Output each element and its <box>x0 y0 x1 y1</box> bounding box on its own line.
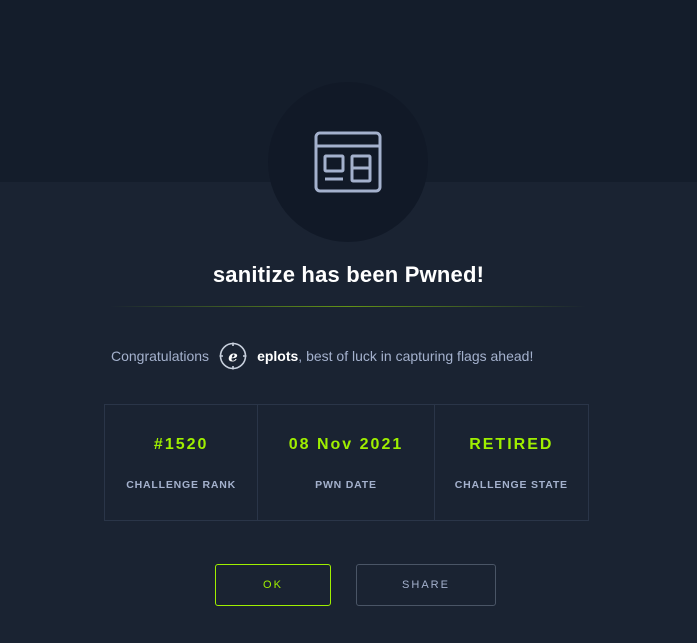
ok-button[interactable]: OK <box>215 564 331 606</box>
pwned-modal: sanitize has been Pwned! Congratulations… <box>0 0 697 643</box>
stat-challenge-rank: #1520 CHALLENGE RANK <box>105 405 257 520</box>
stat-label: PWN DATE <box>315 479 377 491</box>
congrats-prefix: Congratulations <box>111 348 210 364</box>
stat-challenge-state: RETIRED CHALLENGE STATE <box>433 405 588 520</box>
challenge-icon-circle <box>268 82 428 242</box>
congrats-suffix: , best of luck in capturing flags ahead! <box>298 348 534 364</box>
pwned-title: sanitize has been Pwned! <box>212 262 485 287</box>
stat-label: CHALLENGE RANK <box>126 479 237 491</box>
stat-value: #1520 <box>153 436 209 453</box>
title-divider <box>110 306 586 307</box>
stat-value: RETIRED <box>469 436 554 453</box>
congrats-message: Congratulations e eplots , best of luck … <box>111 340 533 372</box>
stats-panel: #1520 CHALLENGE RANK 08 Nov 2021 PWN DAT… <box>104 404 589 521</box>
stat-value: 08 Nov 2021 <box>288 436 404 453</box>
stat-label: CHALLENGE STATE <box>454 479 568 491</box>
web-browser-icon <box>314 131 382 193</box>
share-button[interactable]: SHARE <box>356 564 496 606</box>
user-avatar-badge-icon: e <box>219 342 247 370</box>
svg-text:e: e <box>228 348 238 366</box>
stat-pwn-date: 08 Nov 2021 PWN DATE <box>257 405 433 520</box>
username[interactable]: eplots <box>257 348 298 364</box>
